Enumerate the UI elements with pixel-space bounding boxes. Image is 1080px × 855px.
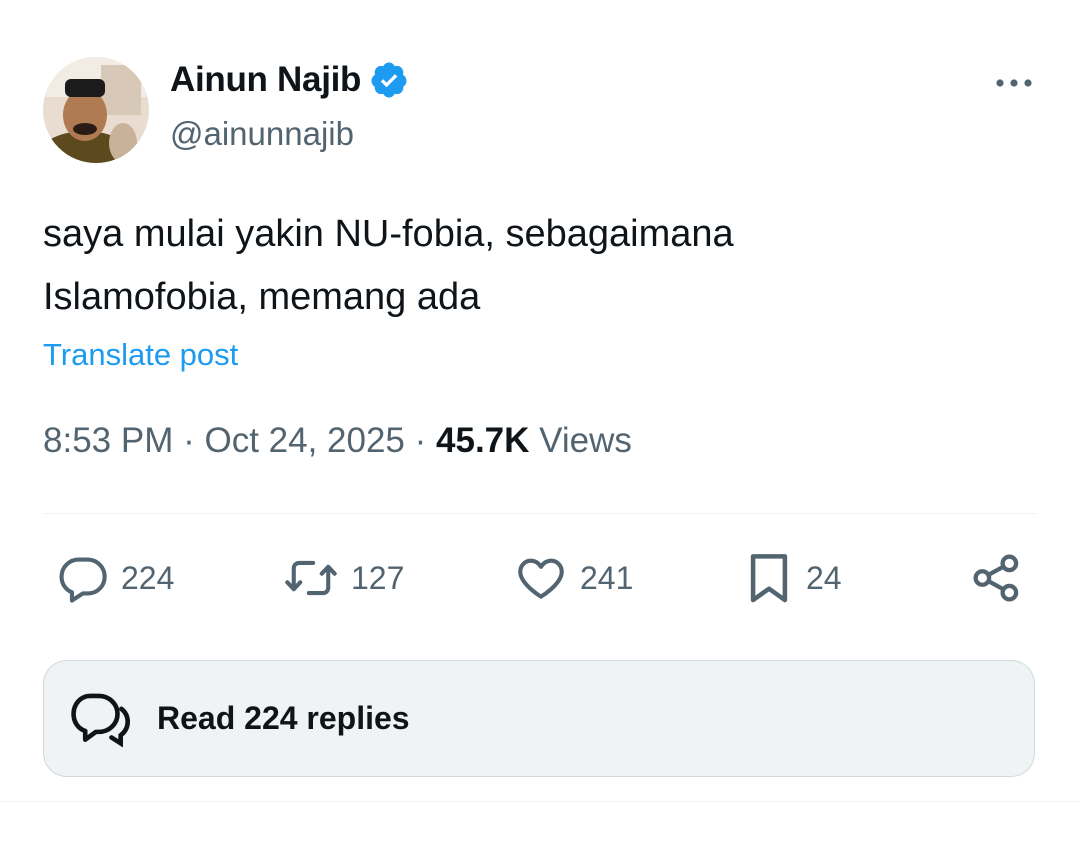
reply-bubble-icon [59,557,107,603]
reply-count: 224 [121,559,175,596]
post-time[interactable]: 8:53 PM [43,421,173,460]
views-label[interactable]: Views [539,421,632,460]
views-count[interactable]: 45.7K [436,421,529,460]
bookmark-button[interactable]: 24 [744,545,842,611]
like-count: 241 [580,559,634,596]
repost-button[interactable]: 127 [283,545,404,611]
author-handle[interactable]: @ainunnajib [170,115,354,153]
post-text-line: saya mulai yakin NU-fobia, sebagaimana [43,213,734,255]
author-display-name[interactable]: Ainun Najib [170,60,361,100]
meta-separator: · [183,421,195,460]
share-button[interactable] [970,545,1024,611]
share-icon [973,554,1019,602]
repost-count: 127 [351,559,405,596]
post-text: saya mulai yakin NU-fobia, sebagaimana I… [43,203,1033,329]
bookmark-icon [750,554,788,603]
verified-badge-icon [371,62,407,98]
reply-button[interactable]: 224 [57,545,174,611]
read-replies-label: Read 224 replies [157,700,410,736]
bookmark-count: 24 [806,559,842,596]
action-bar: 224 127 241 24 [0,545,1080,611]
divider [43,513,1037,514]
more-options-button[interactable] [990,68,1038,98]
read-replies-button[interactable]: Read 224 replies [43,660,1035,777]
author-avatar[interactable] [43,57,149,163]
avatar-photo [43,57,149,163]
heart-icon [518,558,564,599]
post-metadata: 8:53 PM · Oct 24, 2025 · 45.7K Views [43,421,632,461]
like-button[interactable]: 241 [514,545,633,611]
post-text-line: Islamofobia, memang ada [43,276,481,318]
conversation-icon [71,693,131,747]
meta-separator: · [414,421,427,460]
repost-icon [285,560,337,596]
more-horizontal-icon [996,79,1032,87]
bottom-divider [0,801,1080,802]
translate-post-link[interactable]: Translate post [43,337,238,373]
post-date[interactable]: Oct 24, 2025 [204,421,404,460]
author-name-row[interactable]: Ainun Najib [170,60,409,100]
